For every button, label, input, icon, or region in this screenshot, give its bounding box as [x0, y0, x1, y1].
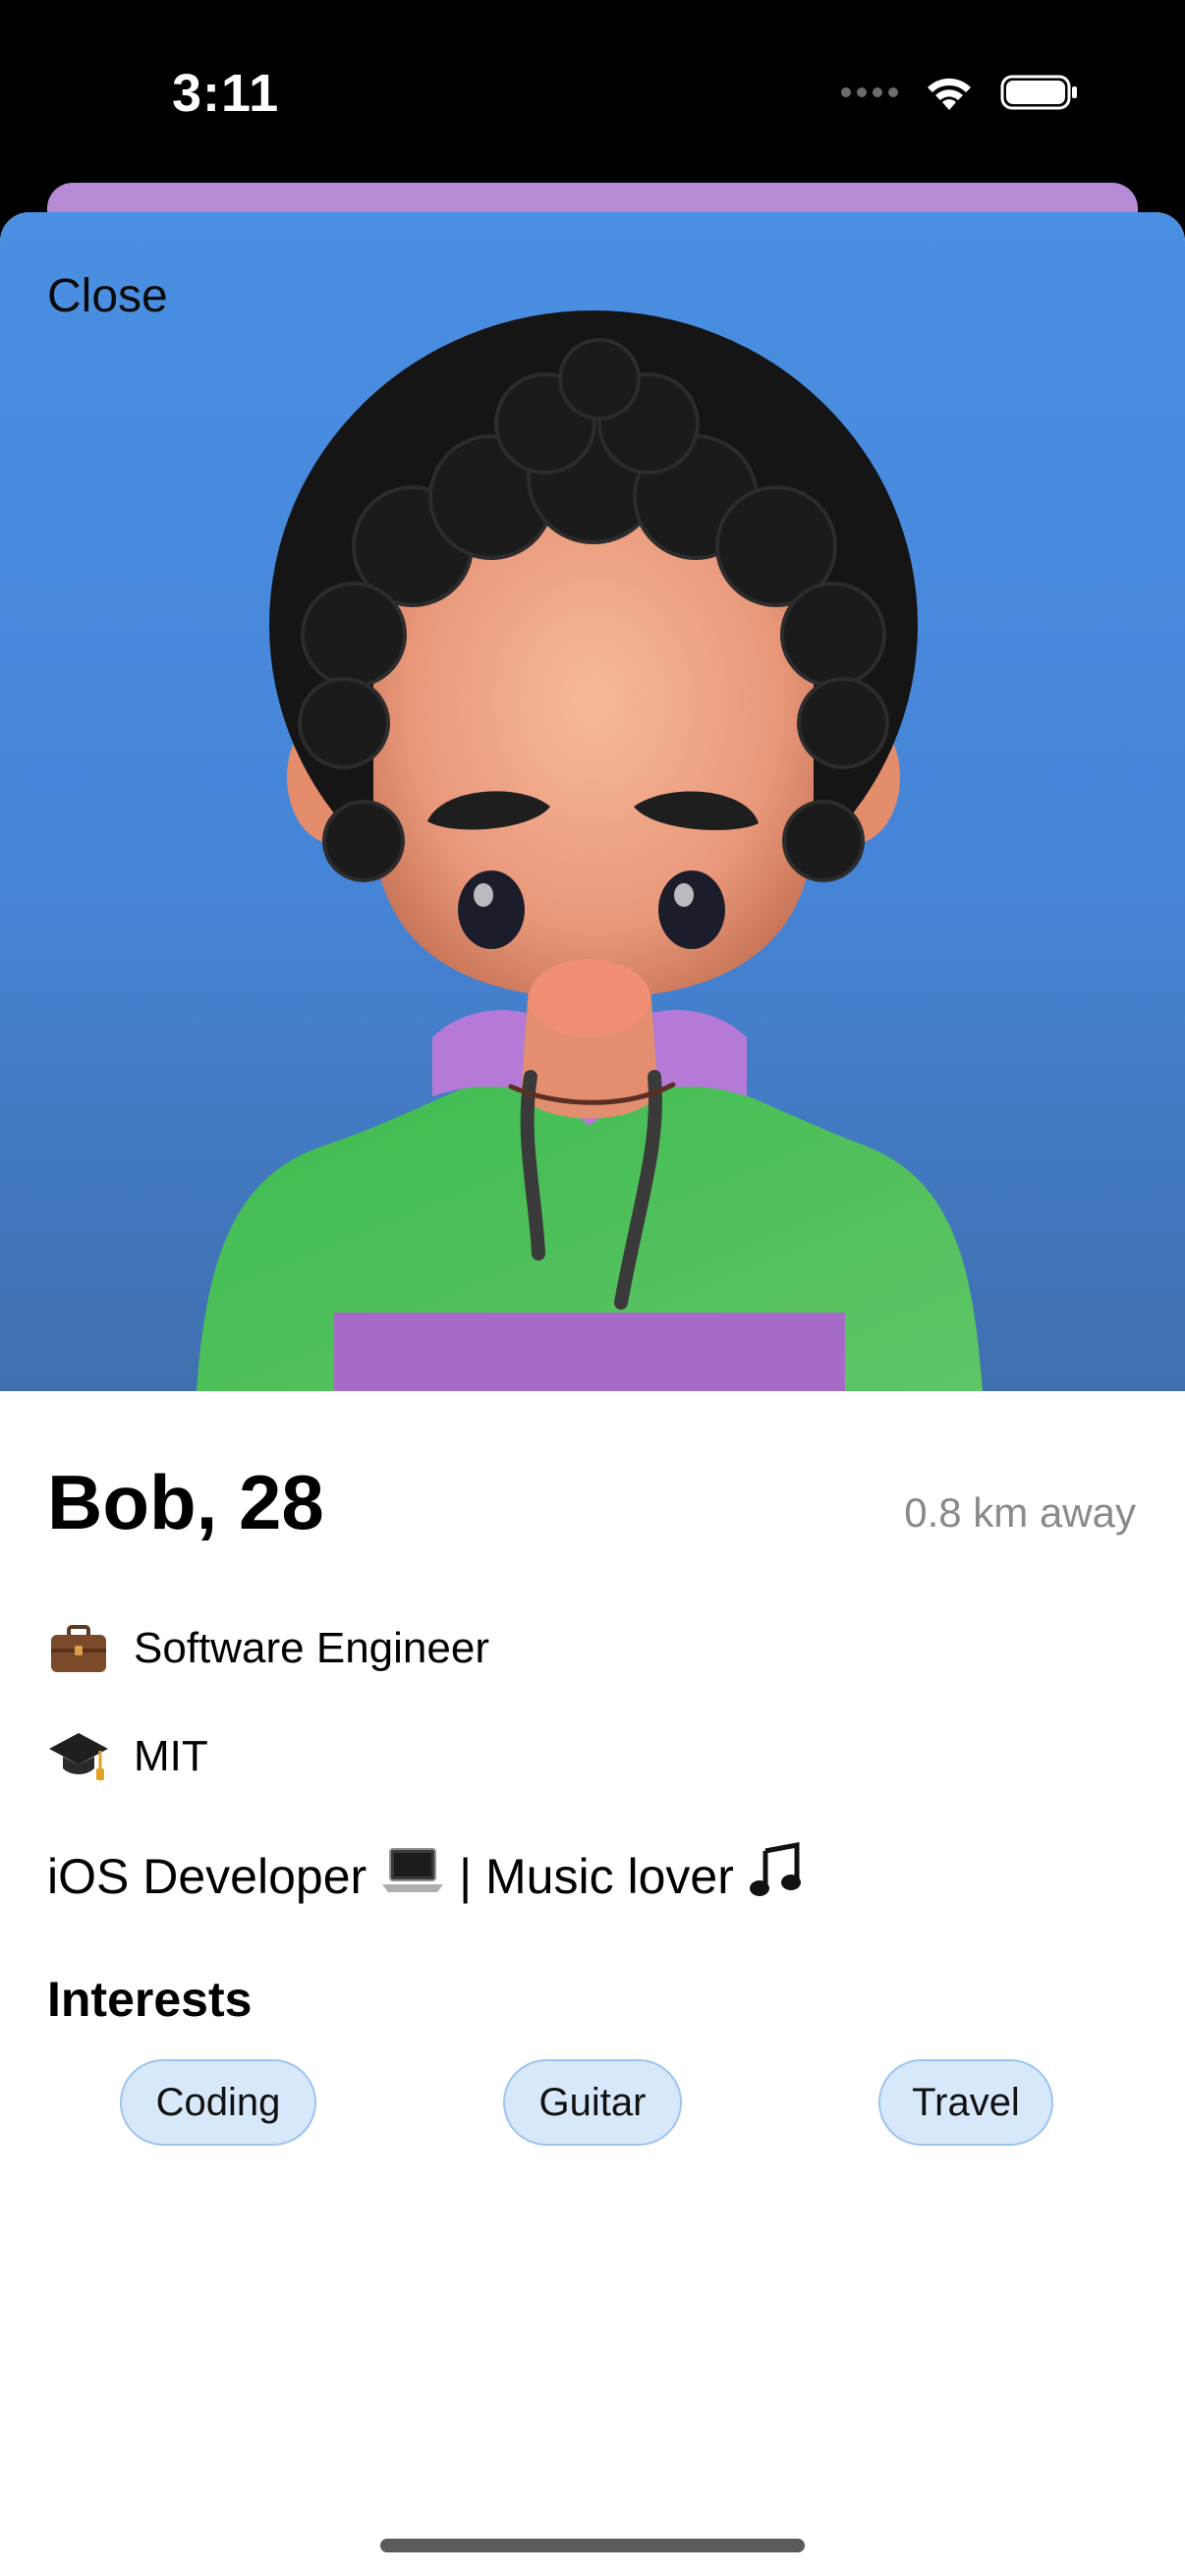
interests-heading: Interests: [47, 1972, 253, 2027]
profile-detail-sheet: Close Bob, 28 0.8 km away Software Engin…: [0, 212, 1185, 2576]
avatar-illustration: [197, 310, 983, 1391]
profile-photo: Close: [0, 212, 1185, 1391]
battery-icon: [1000, 75, 1077, 110]
cellular-dots-icon: [841, 87, 898, 97]
close-button[interactable]: Close: [47, 269, 168, 323]
laptop-icon: [380, 1843, 445, 1910]
profile-bio: iOS Developer | Music lover: [47, 1841, 803, 1912]
bio-part-2: | Music lover: [459, 1849, 734, 1904]
wifi-icon: [928, 78, 971, 110]
status-time: 3:11: [172, 64, 280, 123]
bio-part-1: iOS Developer: [47, 1849, 367, 1904]
profile-distance: 0.8 km away: [904, 1489, 1136, 1536]
job-row: Software Engineer: [47, 1617, 489, 1680]
home-indicator[interactable]: [380, 2539, 805, 2552]
music-note-icon: [748, 1841, 803, 1912]
profile-name-age: Bob, 28: [47, 1459, 324, 1545]
graduation-cap-icon: [47, 1725, 110, 1788]
interest-chip[interactable]: Guitar: [503, 2059, 682, 2146]
interest-chip[interactable]: Travel: [878, 2059, 1053, 2146]
status-icons: [841, 73, 1079, 112]
school-row: MIT: [47, 1725, 208, 1788]
status-bar: 3:11: [0, 0, 1185, 187]
briefcase-icon: [47, 1617, 110, 1680]
screen: 3:11 Close Bob, 28 0.8 km away Software …: [0, 0, 1185, 2576]
school-name: MIT: [134, 1732, 208, 1780]
job-title: Software Engineer: [134, 1624, 489, 1672]
interest-chip[interactable]: Coding: [120, 2059, 316, 2146]
